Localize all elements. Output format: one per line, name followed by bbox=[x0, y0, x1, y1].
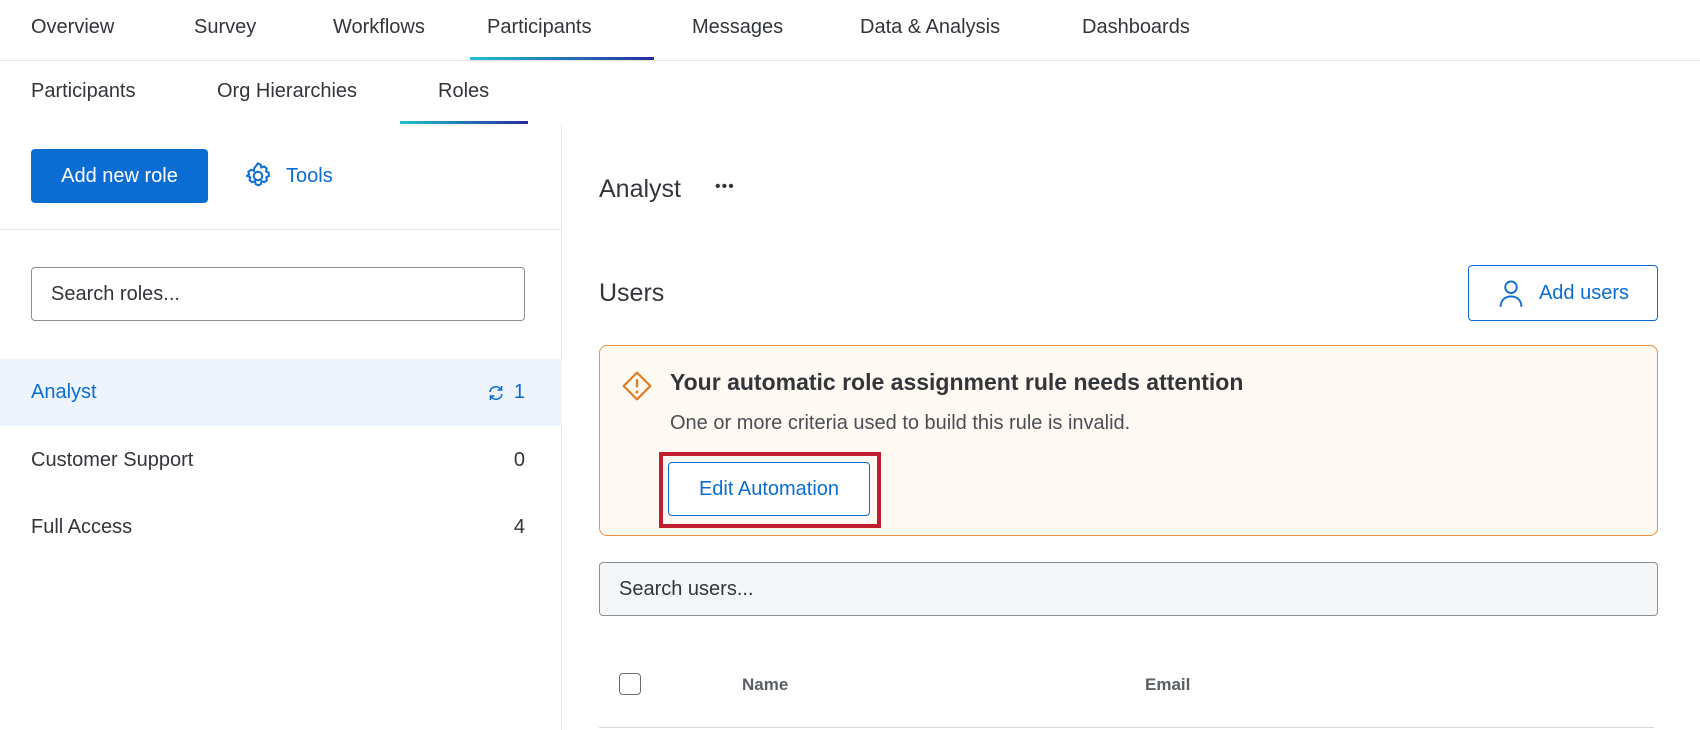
warning-icon bbox=[622, 371, 652, 401]
role-count: 0 bbox=[513, 449, 525, 471]
column-header-email[interactable]: Email bbox=[1145, 675, 1190, 695]
tools-button[interactable]: Tools bbox=[242, 160, 333, 192]
add-new-role-button[interactable]: Add new role bbox=[31, 149, 208, 203]
role-count: 4 bbox=[513, 516, 525, 538]
column-header-name[interactable]: Name bbox=[742, 675, 788, 695]
role-item-analyst[interactable]: Analyst 1 bbox=[0, 359, 562, 426]
tab-workflows[interactable]: Workflows bbox=[333, 16, 425, 39]
tab-participants[interactable]: Participants bbox=[487, 16, 592, 39]
add-users-button[interactable]: Add users bbox=[1468, 265, 1658, 321]
tab-dashboards[interactable]: Dashboards bbox=[1082, 16, 1190, 39]
select-all-checkbox[interactable] bbox=[619, 673, 641, 695]
divider bbox=[0, 229, 562, 230]
role-name: Analyst bbox=[31, 381, 97, 403]
tab-overview[interactable]: Overview bbox=[31, 16, 114, 39]
role-name: Customer Support bbox=[31, 449, 194, 471]
table-header-divider bbox=[599, 727, 1654, 728]
top-nav: Overview Survey Workflows Participants M… bbox=[0, 0, 1700, 61]
tab-messages[interactable]: Messages bbox=[692, 16, 783, 39]
subtab-org-hierarchies[interactable]: Org Hierarchies bbox=[217, 80, 357, 103]
role-count: 1 bbox=[513, 381, 525, 403]
role-title: Analyst bbox=[599, 175, 681, 203]
role-item-full-access[interactable]: Full Access 4 bbox=[0, 494, 562, 561]
active-subtab-indicator bbox=[400, 121, 528, 124]
tools-label: Tools bbox=[286, 164, 333, 187]
more-options-icon[interactable]: ••• bbox=[715, 178, 735, 196]
alert-title: Your automatic role assignment rule need… bbox=[670, 369, 1244, 395]
tab-data-analysis[interactable]: Data & Analysis bbox=[860, 16, 1000, 39]
sync-icon bbox=[489, 385, 503, 400]
active-tab-indicator bbox=[470, 57, 654, 60]
search-users-input[interactable]: Search users... bbox=[599, 562, 1658, 616]
alert-message: One or more criteria used to build this … bbox=[670, 412, 1131, 434]
add-users-label: Add users bbox=[1538, 281, 1630, 304]
search-roles-input[interactable]: Search roles... bbox=[31, 267, 525, 321]
users-heading: Users bbox=[599, 279, 665, 307]
role-name: Full Access bbox=[31, 516, 133, 538]
subtab-roles[interactable]: Roles bbox=[438, 80, 489, 103]
role-item-customer-support[interactable]: Customer Support 0 bbox=[0, 427, 562, 494]
gear-icon bbox=[245, 162, 270, 187]
user-icon bbox=[1499, 280, 1523, 307]
edit-automation-button[interactable]: Edit Automation bbox=[668, 462, 870, 516]
tab-survey[interactable]: Survey bbox=[194, 16, 256, 39]
subtab-participants[interactable]: Participants bbox=[31, 80, 136, 103]
